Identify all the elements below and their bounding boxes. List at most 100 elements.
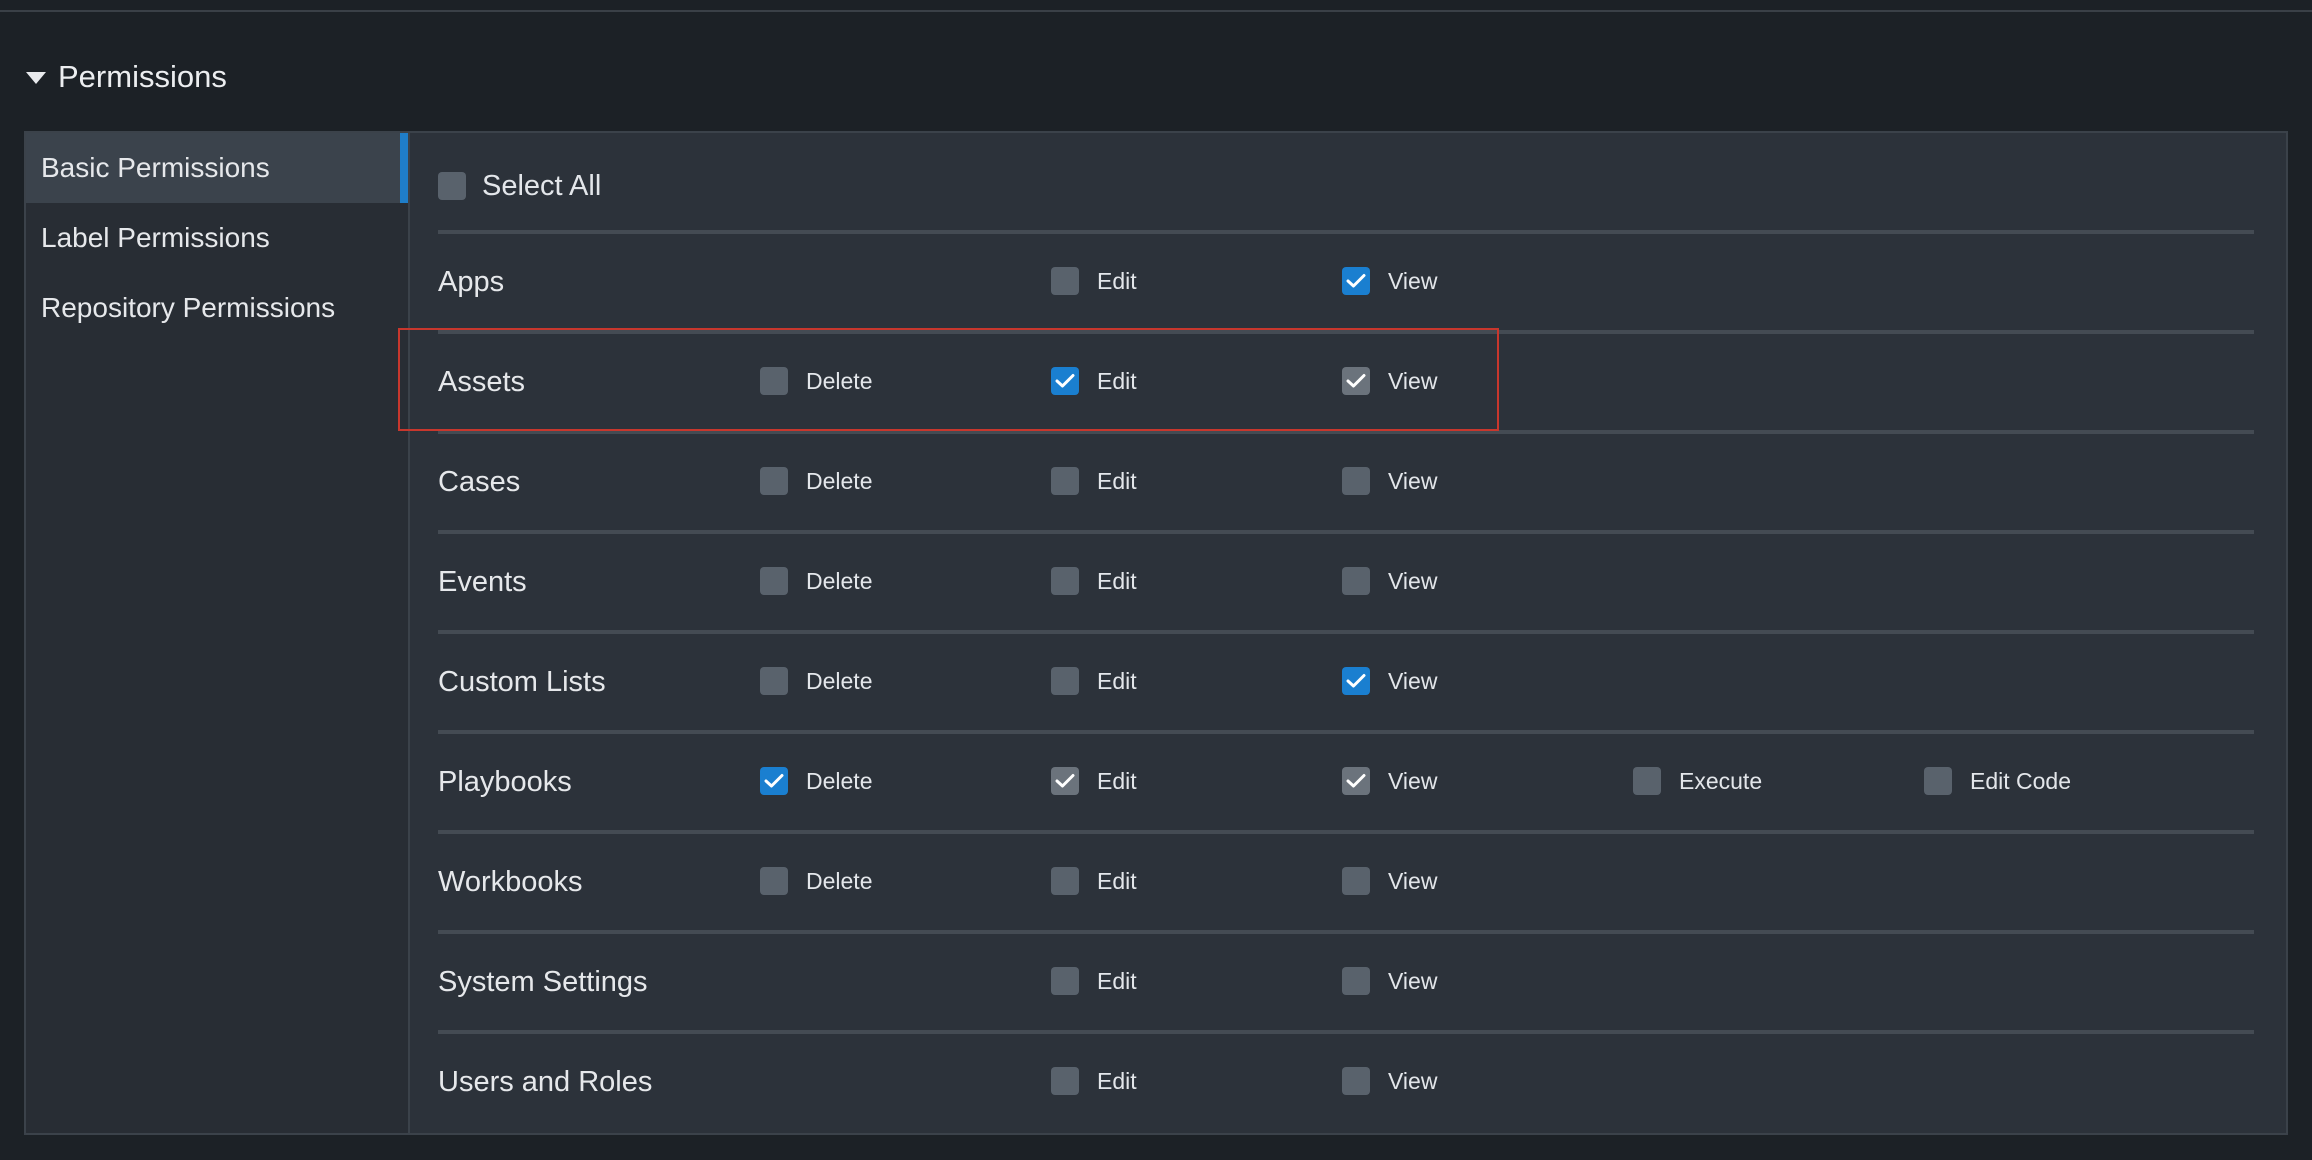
permission-label: Edit: [1097, 567, 1137, 594]
permission-view-checkbox[interactable]: View: [1342, 261, 1437, 301]
permissions-sidebar: Basic Permissions Label Permissions Repo…: [26, 133, 410, 1133]
permission-label: View: [1388, 967, 1438, 994]
permission-label: Delete: [806, 767, 873, 794]
table-row: Workbooks Delete Edit View: [438, 830, 2254, 930]
checkbox-icon[interactable]: [1051, 867, 1079, 895]
permission-delete-checkbox[interactable]: Delete: [760, 461, 872, 501]
permission-edit-checkbox[interactable]: Edit: [1051, 761, 1137, 801]
permission-label: Edit: [1097, 267, 1137, 294]
sidebar-item-label: Basic Permissions: [41, 152, 270, 183]
permission-label: Edit: [1097, 1067, 1137, 1094]
permission-edit-checkbox[interactable]: Edit: [1051, 361, 1137, 401]
permission-view-checkbox[interactable]: View: [1342, 361, 1437, 401]
table-row: Users and Roles Edit View: [438, 1030, 2254, 1130]
checkbox-icon[interactable]: [760, 867, 788, 895]
permission-edit-code-checkbox[interactable]: Edit Code: [1924, 761, 2071, 801]
select-all-box[interactable]: [438, 172, 466, 200]
permission-edit-checkbox[interactable]: Edit: [1051, 861, 1137, 901]
checkbox-icon[interactable]: [1342, 567, 1370, 595]
table-row: Assets Delete Edit View: [438, 330, 2254, 430]
checkmark-icon[interactable]: [1342, 667, 1370, 695]
select-all-checkbox[interactable]: Select All: [438, 161, 601, 211]
row-label: Cases: [438, 465, 521, 498]
checkbox-icon[interactable]: [760, 467, 788, 495]
permission-label: View: [1388, 767, 1438, 794]
permission-label: View: [1388, 1067, 1438, 1094]
table-row: Playbooks Delete Edit View Execute Edit Code: [438, 730, 2254, 830]
permission-label: Delete: [806, 667, 873, 694]
permission-label: Edit: [1097, 667, 1137, 694]
permission-view-checkbox[interactable]: View: [1342, 661, 1437, 701]
permission-delete-checkbox[interactable]: Delete: [760, 361, 872, 401]
row-label: Apps: [438, 265, 505, 298]
checkbox-icon[interactable]: [1051, 667, 1079, 695]
checkbox-icon[interactable]: [1051, 567, 1079, 595]
checkbox-icon[interactable]: [1051, 267, 1079, 295]
permission-view-checkbox[interactable]: View: [1342, 1061, 1437, 1101]
permission-label: View: [1388, 567, 1438, 594]
permission-label: Delete: [806, 367, 873, 394]
checkbox-icon[interactable]: [1051, 967, 1079, 995]
permission-view-checkbox[interactable]: View: [1342, 861, 1437, 901]
permission-view-checkbox[interactable]: View: [1342, 961, 1437, 1001]
checkbox-icon[interactable]: [1051, 1067, 1079, 1095]
permission-edit-checkbox[interactable]: Edit: [1051, 561, 1137, 601]
permission-edit-checkbox[interactable]: Edit: [1051, 461, 1137, 501]
checkmark-icon[interactable]: [1342, 767, 1370, 795]
checkbox-icon[interactable]: [760, 567, 788, 595]
row-label: Users and Roles: [438, 1065, 653, 1098]
permission-label: View: [1388, 867, 1438, 894]
checkmark-icon[interactable]: [1051, 367, 1079, 395]
permission-edit-checkbox[interactable]: Edit: [1051, 661, 1137, 701]
permission-label: Delete: [806, 467, 873, 494]
permissions-section-toggle[interactable]: Permissions: [26, 52, 227, 102]
permission-label: View: [1388, 467, 1438, 494]
permission-edit-checkbox[interactable]: Edit: [1051, 1061, 1137, 1101]
checkbox-icon[interactable]: [1342, 1067, 1370, 1095]
permission-edit-checkbox[interactable]: Edit: [1051, 261, 1137, 301]
permission-execute-checkbox[interactable]: Execute: [1633, 761, 1762, 801]
checkmark-icon[interactable]: [1342, 267, 1370, 295]
permission-view-checkbox[interactable]: View: [1342, 761, 1437, 801]
row-label: System Settings: [438, 965, 648, 998]
row-label: Assets: [438, 365, 526, 398]
permission-label: Edit: [1097, 367, 1137, 394]
checkmark-icon[interactable]: [760, 767, 788, 795]
permission-edit-checkbox[interactable]: Edit: [1051, 961, 1137, 1001]
permission-delete-checkbox[interactable]: Delete: [760, 761, 872, 801]
permission-delete-checkbox[interactable]: Delete: [760, 661, 872, 701]
checkbox-icon[interactable]: [760, 667, 788, 695]
checkbox-icon[interactable]: [1924, 767, 1952, 795]
sidebar-item-repository-permissions[interactable]: Repository Permissions: [26, 273, 408, 343]
sidebar-item-basic-permissions[interactable]: Basic Permissions: [26, 133, 408, 203]
checkmark-icon[interactable]: [1342, 367, 1370, 395]
row-label: Workbooks: [438, 865, 583, 898]
permission-view-checkbox[interactable]: View: [1342, 461, 1437, 501]
checkbox-icon[interactable]: [1633, 767, 1661, 795]
sidebar-item-label: Repository Permissions: [41, 292, 336, 323]
permission-label: Edit: [1097, 767, 1137, 794]
checkbox-icon[interactable]: [1342, 867, 1370, 895]
table-row: Apps Edit View: [438, 230, 2254, 330]
row-label: Events: [438, 565, 527, 598]
checkbox-icon[interactable]: [1342, 967, 1370, 995]
checkbox-icon[interactable]: [1051, 467, 1079, 495]
checkbox-icon[interactable]: [1342, 467, 1370, 495]
permission-label: Edit: [1097, 867, 1137, 894]
permission-delete-checkbox[interactable]: Delete: [760, 561, 872, 601]
table-row: Events Delete Edit View: [438, 530, 2254, 630]
permission-label: Edit Code: [1970, 767, 2072, 794]
top-divider: [0, 10, 2312, 12]
permission-delete-checkbox[interactable]: Delete: [760, 861, 872, 901]
checkmark-icon[interactable]: [1051, 767, 1079, 795]
permission-view-checkbox[interactable]: View: [1342, 561, 1437, 601]
sidebar-item-label-permissions[interactable]: Label Permissions: [26, 203, 408, 273]
permission-label: View: [1388, 367, 1438, 394]
select-all-label: Select All: [482, 169, 602, 202]
permission-label: Execute: [1679, 767, 1763, 794]
permission-label: Delete: [806, 867, 873, 894]
checkbox-icon[interactable]: [760, 367, 788, 395]
permission-label: View: [1388, 267, 1438, 294]
sidebar-item-label: Label Permissions: [41, 222, 270, 253]
row-label: Playbooks: [438, 765, 572, 798]
